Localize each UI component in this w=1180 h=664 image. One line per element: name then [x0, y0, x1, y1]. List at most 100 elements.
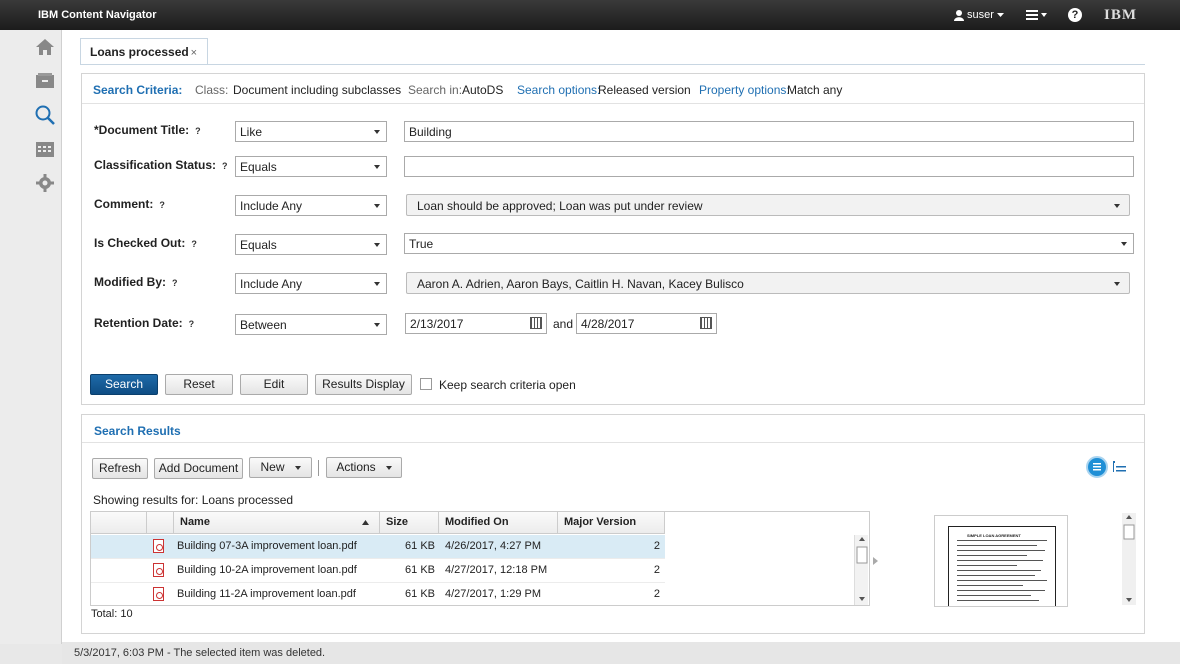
major-version-column-header[interactable]: Major Version	[558, 512, 665, 534]
document-title-operator-select[interactable]: Like	[235, 121, 387, 142]
is-checked-out-value-select[interactable]: True	[404, 233, 1134, 254]
retention-date-to-input[interactable]: 4/28/2017	[576, 313, 717, 334]
sidebar	[0, 30, 62, 644]
row-name: Building 10-2A improvement loan.pdf	[177, 564, 357, 576]
chevron-down-icon	[1114, 282, 1120, 286]
calendar-icon[interactable]	[530, 317, 542, 329]
calendar-icon[interactable]	[700, 317, 712, 329]
preview-expand-icon[interactable]	[873, 557, 879, 565]
grid-header: Name Size Modified On Major Version	[91, 512, 665, 534]
search-options-label[interactable]: Search options:	[517, 83, 600, 97]
row-name: Building 11-2A improvement loan.pdf	[177, 588, 356, 600]
retention-date-label: Retention Date:?	[94, 316, 195, 330]
details-view-icon[interactable]	[1086, 456, 1108, 478]
chevron-down-icon	[374, 130, 380, 134]
icon-column-header	[147, 512, 174, 534]
total-count: Total: 10	[91, 608, 133, 620]
chevron-down-icon	[374, 204, 380, 208]
help-icon[interactable]: ?	[222, 161, 228, 171]
chevron-down-icon	[996, 13, 1004, 17]
class-label: Class:	[195, 83, 229, 97]
refresh-button[interactable]: Refresh	[92, 458, 148, 479]
table-row[interactable]: Building 07-3A improvement loan.pdf 61 K…	[91, 535, 665, 559]
help-icon[interactable]: ?	[1068, 8, 1082, 22]
home-icon[interactable]	[34, 36, 56, 58]
results-display-button[interactable]: Results Display	[315, 374, 412, 395]
classification-status-input[interactable]	[404, 156, 1134, 177]
app-title: IBM Content Navigator	[38, 9, 157, 21]
row-version: 2	[653, 540, 660, 552]
retention-date-from-input[interactable]: 2/13/2017	[405, 313, 547, 334]
comment-label: Comment:?	[94, 197, 165, 211]
row-version: 2	[653, 564, 660, 576]
name-column-header[interactable]: Name	[174, 512, 380, 534]
is-checked-out-label: Is Checked Out:?	[94, 236, 197, 250]
preview-page: SIMPLE LOAN AGREEMENT	[948, 526, 1056, 606]
and-label: and	[553, 317, 574, 331]
user-menu[interactable]: suser	[954, 9, 1004, 21]
close-icon[interactable]: ×	[191, 47, 197, 59]
pdf-icon	[153, 587, 164, 601]
reset-button[interactable]: Reset	[165, 374, 233, 395]
help-icon[interactable]: ?	[191, 239, 197, 249]
criteria-header: Search Criteria: Class: Document includi…	[82, 74, 1144, 104]
comment-operator-select[interactable]: Include Any	[235, 195, 387, 216]
size-column-header[interactable]: Size	[380, 512, 439, 534]
row-modified: 4/26/2017, 4:27 PM	[445, 540, 542, 552]
search-button[interactable]: Search	[90, 374, 158, 395]
table-row[interactable]: Building 11-2A improvement loan.pdf 61 K…	[91, 583, 665, 605]
results-divider	[82, 442, 1144, 443]
gear-icon[interactable]	[34, 172, 56, 194]
tab-loans-processed[interactable]: Loans processed ×	[80, 38, 208, 65]
chevron-down-icon	[294, 465, 301, 470]
help-icon[interactable]: ?	[159, 200, 165, 210]
main-menu-button[interactable]	[1024, 7, 1050, 23]
tab-divider	[80, 64, 1145, 65]
help-icon[interactable]: ?	[172, 278, 178, 288]
modified-on-column-header[interactable]: Modified On	[439, 512, 558, 534]
keep-criteria-open-checkbox[interactable]	[420, 378, 432, 390]
select-column-header[interactable]	[91, 512, 147, 534]
class-value: Document including subclasses	[233, 83, 402, 97]
classification-status-operator-select[interactable]: Equals	[235, 156, 387, 177]
search-icon[interactable]	[34, 104, 56, 126]
comment-multi-select[interactable]: Loan should be approved; Loan was put un…	[406, 194, 1130, 216]
document-preview[interactable]: SIMPLE LOAN AGREEMENT	[934, 515, 1068, 607]
calendar-icon[interactable]	[34, 138, 56, 160]
classification-status-label: Classification Status:?	[94, 158, 228, 172]
row-size: 61 KB	[405, 540, 435, 552]
search-in-value: AutoDS	[462, 83, 504, 97]
help-icon[interactable]: ?	[189, 319, 195, 329]
chevron-down-icon	[374, 323, 380, 327]
preview-doc-title: SIMPLE LOAN AGREEMENT	[967, 533, 1021, 538]
tree-view-icon[interactable]	[1112, 459, 1128, 475]
actions-button[interactable]: Actions	[326, 457, 402, 478]
cabinet-icon[interactable]	[34, 70, 56, 92]
row-version: 2	[653, 588, 660, 600]
modified-by-operator-select[interactable]: Include Any	[235, 273, 387, 294]
showing-results-text: Showing results for: Loans processed	[93, 493, 294, 507]
document-title-input[interactable]: Building	[404, 121, 1134, 142]
hamburger-icon	[1026, 10, 1047, 20]
results-title: Search Results	[94, 424, 181, 438]
user-name: suser	[967, 9, 994, 21]
modified-by-multi-select[interactable]: Aaron A. Adrien, Aaron Bays, Caitlin H. …	[406, 272, 1130, 294]
criteria-title[interactable]: Search Criteria:	[93, 83, 182, 97]
modified-by-label: Modified By:?	[94, 275, 178, 289]
top-bar: IBM Content Navigator suser ? IBM	[0, 0, 1180, 30]
preview-scrollbar[interactable]	[1122, 513, 1136, 605]
new-button[interactable]: New	[249, 457, 312, 478]
is-checked-out-operator-select[interactable]: Equals	[235, 234, 387, 255]
table-row[interactable]: Building 10-2A improvement loan.pdf 61 K…	[91, 559, 665, 583]
row-size: 61 KB	[405, 588, 435, 600]
edit-button[interactable]: Edit	[240, 374, 308, 395]
add-document-button[interactable]: Add Document	[154, 458, 243, 479]
grid-scrollbar[interactable]	[854, 535, 868, 605]
property-options-label[interactable]: Property options:	[699, 83, 790, 97]
chevron-down-icon	[374, 243, 380, 247]
retention-date-operator-select[interactable]: Between	[235, 314, 387, 335]
user-icon	[954, 9, 964, 21]
row-size: 61 KB	[405, 564, 435, 576]
help-icon[interactable]: ?	[195, 126, 201, 136]
chevron-down-icon	[1114, 204, 1120, 208]
